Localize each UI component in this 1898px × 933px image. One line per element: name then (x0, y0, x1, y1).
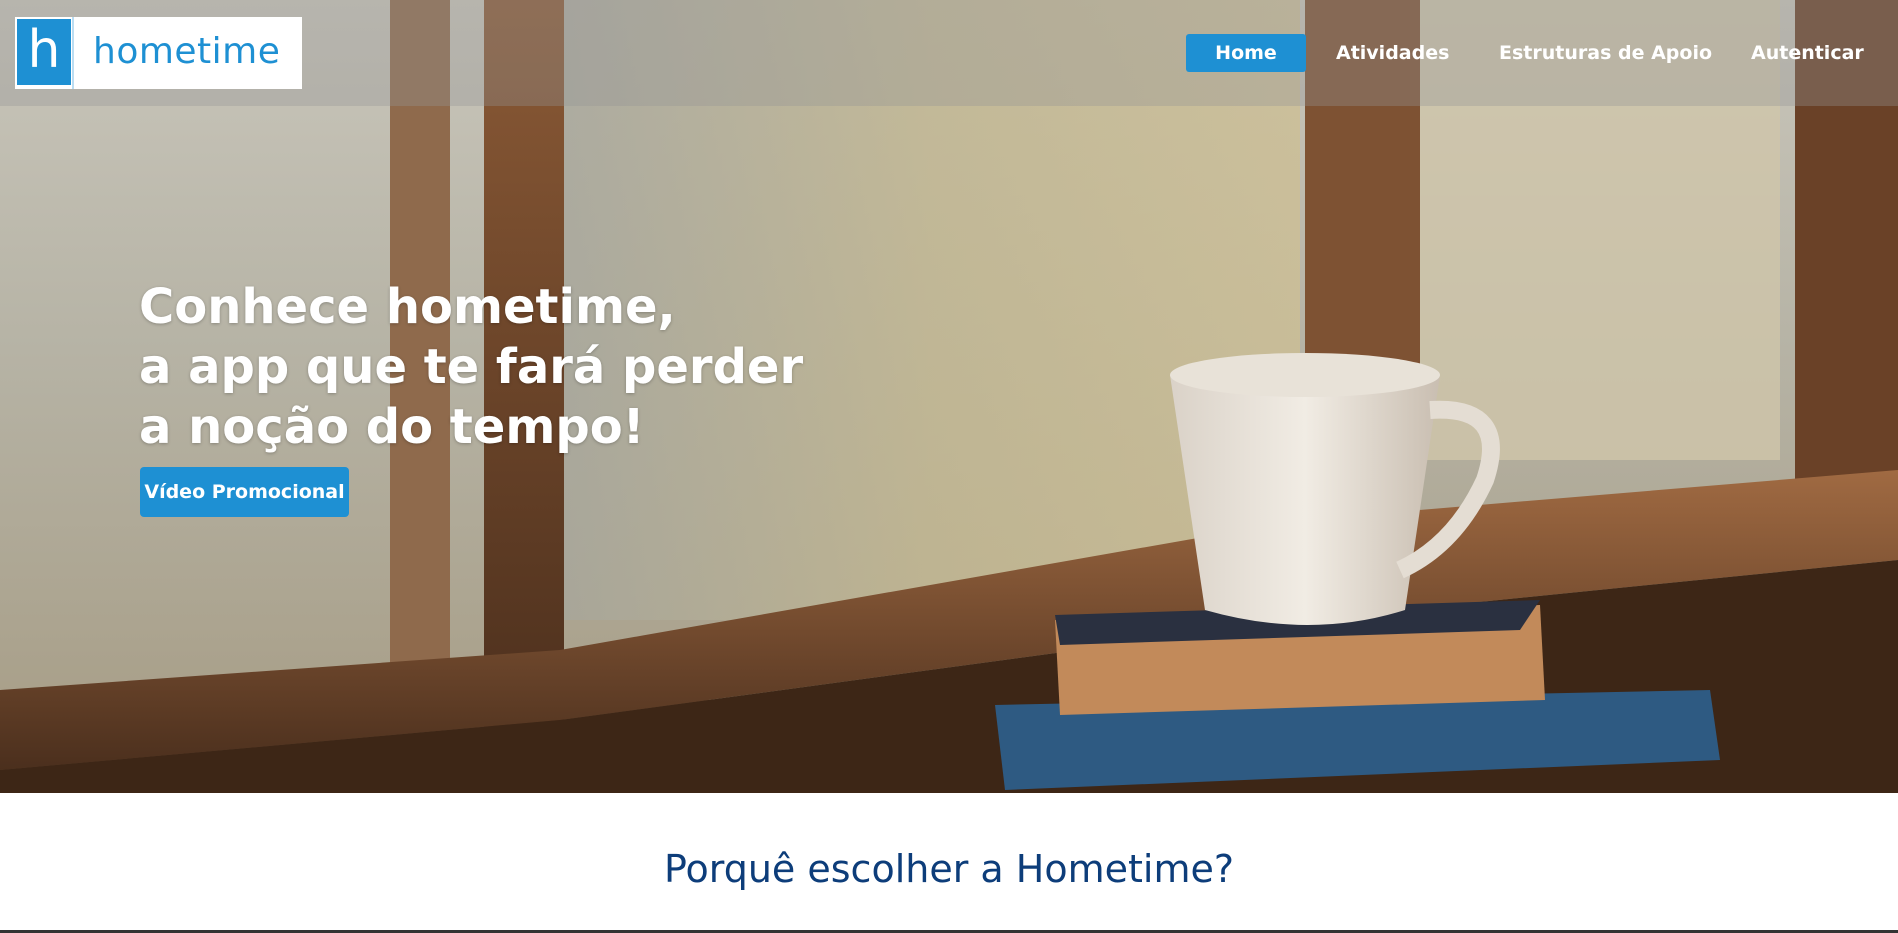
hero-headline-line: a noção do tempo! (139, 399, 645, 455)
promo-video-button[interactable]: Vídeo Promocional (140, 467, 349, 517)
nav-atividades[interactable]: Atividades (1336, 34, 1449, 72)
nav-home[interactable]: Home (1186, 34, 1306, 72)
top-navbar: h hometime Home Atividades Estruturas de… (0, 0, 1898, 106)
logo-letter-icon: h (17, 19, 71, 85)
section-title: Porquê escolher a Hometime? (663, 847, 1235, 891)
logo-divider (72, 17, 74, 89)
logo-text: hometime (93, 31, 281, 72)
hero-headline: Conhece hometime, a app que te fará perd… (139, 277, 803, 457)
hero-headline-line: Conhece hometime, (139, 279, 676, 335)
nav-autenticar[interactable]: Autenticar (1751, 34, 1864, 72)
hero-headline-line: a app que te fará perder (139, 339, 804, 395)
brand-logo[interactable]: h hometime (15, 17, 302, 89)
nav-estruturas-de-apoio[interactable]: Estruturas de Apoio (1499, 34, 1712, 72)
